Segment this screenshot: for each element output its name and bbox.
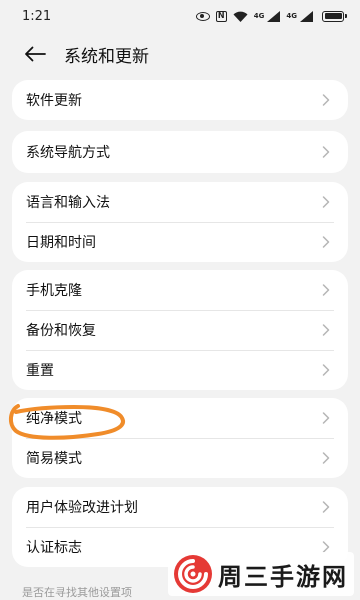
chevron-right-icon: [322, 452, 330, 464]
settings-item-label: 语言和输入法: [26, 195, 110, 211]
settings-group-4: 手机克隆 备份和恢复 重置: [0, 270, 360, 390]
status-bar: 1:21 N 4G 4G: [0, 0, 360, 32]
settings-item-label: 重置: [26, 363, 54, 379]
signal-icon: [300, 10, 313, 22]
settings-item-label: 日期和时间: [26, 235, 96, 251]
settings-item-label: 简易模式: [26, 451, 82, 467]
chevron-right-icon: [322, 94, 330, 106]
chevron-right-icon: [322, 324, 330, 336]
watermark-text: 周三手游网: [218, 562, 348, 591]
status-icons: N 4G 4G: [195, 10, 347, 22]
settings-item-language-input[interactable]: 语言和输入法: [12, 182, 348, 222]
back-arrow-icon[interactable]: [24, 44, 48, 64]
settings-item-label: 用户体验改进计划: [26, 500, 138, 516]
chevron-right-icon: [322, 364, 330, 376]
chevron-right-icon: [322, 284, 330, 296]
settings-item-phone-clone[interactable]: 手机克隆: [12, 270, 348, 310]
chevron-right-icon: [322, 146, 330, 158]
page-title: 系统和更新: [64, 46, 149, 67]
settings-group-2: 系统导航方式: [0, 131, 360, 173]
settings-item-label: 系统导航方式: [26, 145, 110, 161]
network-label-1: 4G: [253, 11, 265, 20]
wifi-icon: [233, 11, 248, 22]
chevron-right-icon: [322, 196, 330, 208]
settings-group-3: 语言和输入法 日期和时间: [0, 182, 360, 262]
battery-icon: [322, 10, 347, 22]
settings-item-label: 认证标志: [26, 540, 82, 556]
settings-item-reset[interactable]: 重置: [12, 350, 348, 390]
settings-item-simple-mode[interactable]: 简易模式: [12, 438, 348, 478]
watermark-logo-icon: [174, 555, 212, 593]
eye-icon: [195, 11, 210, 21]
nfc-icon: N: [215, 10, 227, 22]
settings-item-label: 软件更新: [26, 93, 82, 109]
settings-item-backup-restore[interactable]: 备份和恢复: [12, 310, 348, 350]
network-label-2: 4G: [286, 11, 297, 20]
settings-item-label: 备份和恢复: [26, 323, 96, 339]
chevron-right-icon: [322, 501, 330, 513]
chevron-right-icon: [322, 412, 330, 424]
chevron-right-icon: [322, 236, 330, 248]
watermark: 周三手游网: [168, 552, 354, 596]
settings-item-label: 手机克隆: [26, 283, 82, 299]
settings-group-1: 软件更新: [0, 80, 360, 120]
signal-icon: [267, 10, 281, 22]
status-time: 1:21: [22, 8, 52, 24]
settings-item-navigation[interactable]: 系统导航方式: [12, 131, 348, 173]
settings-item-pure-mode[interactable]: 纯净模式: [12, 398, 348, 438]
page-header: 系统和更新: [0, 34, 360, 74]
search-hint[interactable]: 是否在寻找其他设置项: [22, 584, 132, 600]
settings-item-user-experience[interactable]: 用户体验改进计划: [12, 487, 348, 527]
settings-item-label: 纯净模式: [26, 411, 82, 427]
settings-group-5: 纯净模式 简易模式: [0, 398, 360, 478]
settings-item-software-update[interactable]: 软件更新: [12, 80, 348, 120]
settings-item-date-time[interactable]: 日期和时间: [12, 222, 348, 262]
